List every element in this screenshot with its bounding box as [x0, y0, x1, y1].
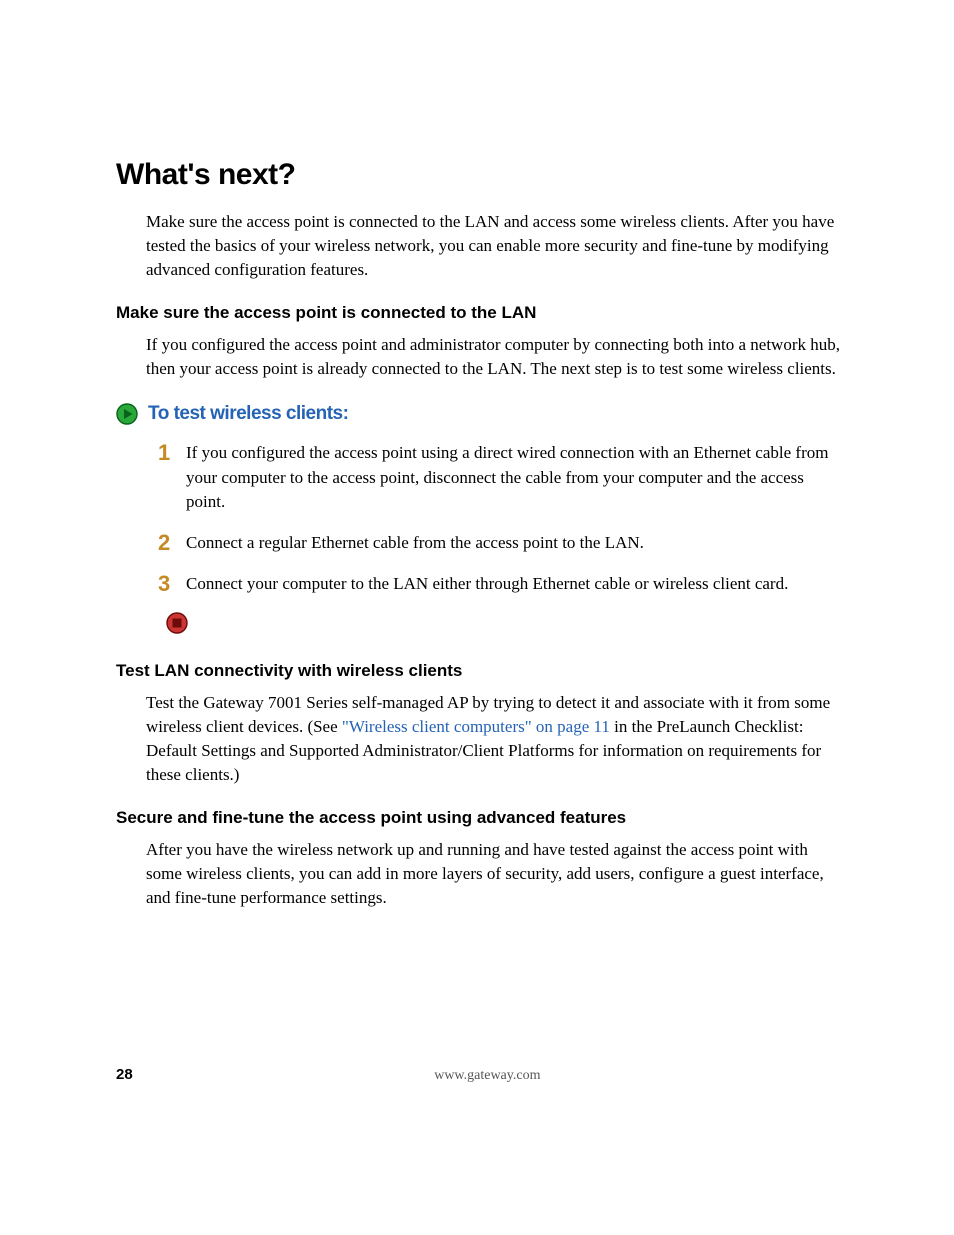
page-number: 28 [116, 1066, 133, 1083]
step-item: If you configured the access point using… [158, 441, 838, 515]
procedure-title: To test wireless clients: [148, 403, 348, 425]
footer-url: www.gateway.com [133, 1068, 842, 1084]
subheading-test-lan: Test LAN connectivity with wireless clie… [116, 661, 842, 681]
step-item: Connect your computer to the LAN either … [158, 572, 838, 597]
procedure-end [166, 612, 842, 639]
subheading-secure: Secure and fine-tune the access point us… [116, 808, 842, 828]
stop-icon [166, 621, 188, 638]
play-icon [116, 403, 138, 425]
page-title: What's next? [116, 158, 842, 192]
page-footer: 28 www.gateway.com [116, 1066, 842, 1084]
step-item: Connect a regular Ethernet cable from th… [158, 531, 838, 556]
procedure-header: To test wireless clients: [116, 403, 842, 425]
step-text: If you configured the access point using… [186, 441, 838, 515]
paragraph-secure: After you have the wireless network up a… [146, 838, 841, 909]
procedure-block: To test wireless clients: If you configu… [116, 403, 842, 639]
paragraph-test-lan: Test the Gateway 7001 Series self-manage… [146, 691, 841, 786]
page-content: What's next? Make sure the access point … [116, 158, 842, 928]
procedure-steps: If you configured the access point using… [158, 441, 838, 596]
paragraph-lan: If you configured the access point and a… [146, 333, 841, 381]
step-text: Connect your computer to the LAN either … [186, 572, 788, 597]
subheading-lan: Make sure the access point is connected … [116, 303, 842, 323]
cross-reference-link[interactable]: "Wireless client computers" on page 11 [342, 717, 610, 736]
step-text: Connect a regular Ethernet cable from th… [186, 531, 644, 556]
intro-paragraph: Make sure the access point is connected … [146, 210, 841, 281]
